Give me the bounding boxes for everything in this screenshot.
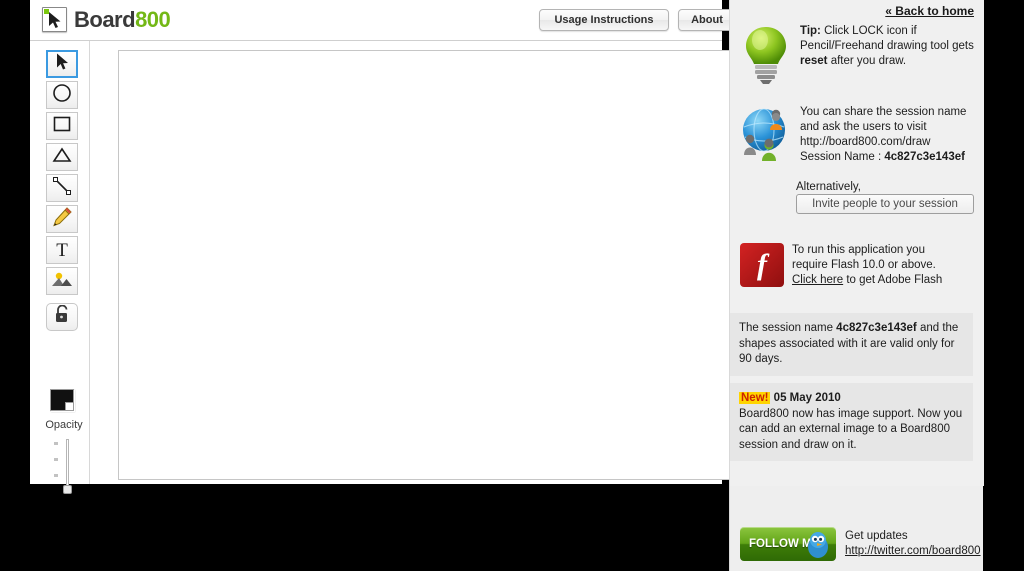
rectangle-tool[interactable] xyxy=(46,112,78,140)
logo-text: Board800 xyxy=(74,7,171,32)
invite-people-button[interactable]: Invite people to your session xyxy=(796,194,974,214)
opacity-tick xyxy=(54,442,58,445)
lock-tool[interactable] xyxy=(46,303,78,331)
share-text: You can share the session name and ask t… xyxy=(800,105,980,165)
flash-glyph: f xyxy=(757,248,767,281)
share-line-1: You can share the session name xyxy=(800,106,967,118)
session-name-value: 4c827c3e143ef xyxy=(884,151,965,163)
board800-application: Board800 Usage Instructions About T Opac… xyxy=(30,0,746,494)
tip-text: Tip: Click LOCK icon if Pencil/Freehand … xyxy=(800,24,980,86)
flash-line-1: To run this application you xyxy=(792,244,925,256)
line-icon xyxy=(52,176,72,201)
validity-pre: The session name xyxy=(739,322,837,334)
get-flash-link[interactable]: Click here xyxy=(792,274,843,286)
twitter-follow-block: FOLLOW ME Get updates http://twitter.com… xyxy=(740,527,981,561)
flash-text: To run this application you require Flas… xyxy=(792,243,974,288)
flash-line-2: require Flash 10.0 or above. xyxy=(792,259,936,271)
tip-body-2: after you draw. xyxy=(827,55,907,67)
session-name-row: Session Name : 4c827c3e143ef xyxy=(800,150,980,165)
pencil-icon xyxy=(51,206,73,233)
drawing-toolbar: T Opacity xyxy=(38,41,90,494)
tip-body-1: Click LOCK icon if Pencil/Freehand drawi… xyxy=(800,25,974,52)
flash-line-3: Click here to get Adobe Flash xyxy=(792,273,974,288)
twitter-text: Get updates http://twitter.com/board800 xyxy=(845,529,981,559)
drawing-canvas[interactable] xyxy=(118,50,746,480)
color-swatch[interactable] xyxy=(50,389,74,411)
opacity-label: Opacity xyxy=(45,419,83,431)
app-logo: Board800 xyxy=(42,7,171,32)
picture-icon xyxy=(51,270,73,293)
session-name-label: Session Name : xyxy=(800,151,885,163)
flash-requirement-block: f To run this application you require Fl… xyxy=(740,243,980,288)
ellipse-tool[interactable] xyxy=(46,81,78,109)
back-to-home-link[interactable]: « Back to home xyxy=(885,4,974,18)
share-line-2: and ask the users to visit xyxy=(800,121,927,133)
padlock-icon xyxy=(54,304,70,329)
logo-text-number: 800 xyxy=(135,7,171,32)
logo-text-board: Board xyxy=(74,7,136,32)
about-button[interactable]: About xyxy=(678,9,736,31)
pencil-tool[interactable] xyxy=(46,205,78,233)
opacity-slider-handle[interactable] xyxy=(63,485,72,494)
usage-instructions-button[interactable]: Usage Instructions xyxy=(539,9,669,31)
globe-people-icon xyxy=(740,105,792,161)
circle-icon xyxy=(52,83,72,108)
twitter-bird-icon xyxy=(804,529,832,564)
alternatively-label: Alternatively, xyxy=(796,181,861,193)
share-session-block: You can share the session name and ask t… xyxy=(740,105,980,165)
opacity-slider[interactable] xyxy=(52,439,78,494)
news-date: 05 May 2010 xyxy=(770,392,841,404)
opacity-tick xyxy=(54,474,58,477)
triangle-tool[interactable] xyxy=(46,143,78,171)
arrow-cursor-icon xyxy=(56,53,69,75)
tip-bold-reset: reset xyxy=(800,55,828,67)
cursor-logo-icon xyxy=(42,7,67,32)
news-body: Board800 now has image support. Now you … xyxy=(739,407,963,451)
twitter-url-link[interactable]: http://twitter.com/board800 xyxy=(845,544,981,559)
triangle-icon xyxy=(52,146,72,169)
news-box: New! 05 May 2010 Board800 now has image … xyxy=(730,383,973,461)
text-tool[interactable]: T xyxy=(46,236,78,264)
session-validity-box: The session name 4c827c3e143ef and the s… xyxy=(730,313,973,376)
new-badge: New! xyxy=(739,392,771,404)
news-header: New! 05 May 2010 xyxy=(739,391,964,407)
image-tool[interactable] xyxy=(46,267,78,295)
follow-me-button[interactable]: FOLLOW ME xyxy=(740,527,836,561)
app-header: Board800 Usage Instructions About xyxy=(30,0,736,41)
text-t-icon: T xyxy=(56,239,68,261)
tip-label: Tip: xyxy=(800,25,821,37)
line-tool[interactable] xyxy=(46,174,78,202)
select-tool[interactable] xyxy=(46,50,78,78)
lightbulb-icon xyxy=(740,24,792,86)
flash-line-3-tail: to get Adobe Flash xyxy=(843,274,943,286)
sidebar-panel: « Back to home Tip: Click LOCK icon if P… xyxy=(730,0,984,486)
info-sidebar: « Back to home Tip: Click LOCK icon if P… xyxy=(729,0,984,571)
tip-block: Tip: Click LOCK icon if Pencil/Freehand … xyxy=(740,24,980,86)
get-updates-label: Get updates xyxy=(845,530,908,542)
validity-session-name: 4c827c3e143ef xyxy=(836,322,917,334)
screen: Board800 Usage Instructions About T Opac… xyxy=(0,0,1024,571)
opacity-tick xyxy=(54,458,58,461)
square-icon xyxy=(52,114,72,139)
share-url: http://board800.com/draw xyxy=(800,136,931,148)
adobe-flash-icon: f xyxy=(740,243,784,287)
